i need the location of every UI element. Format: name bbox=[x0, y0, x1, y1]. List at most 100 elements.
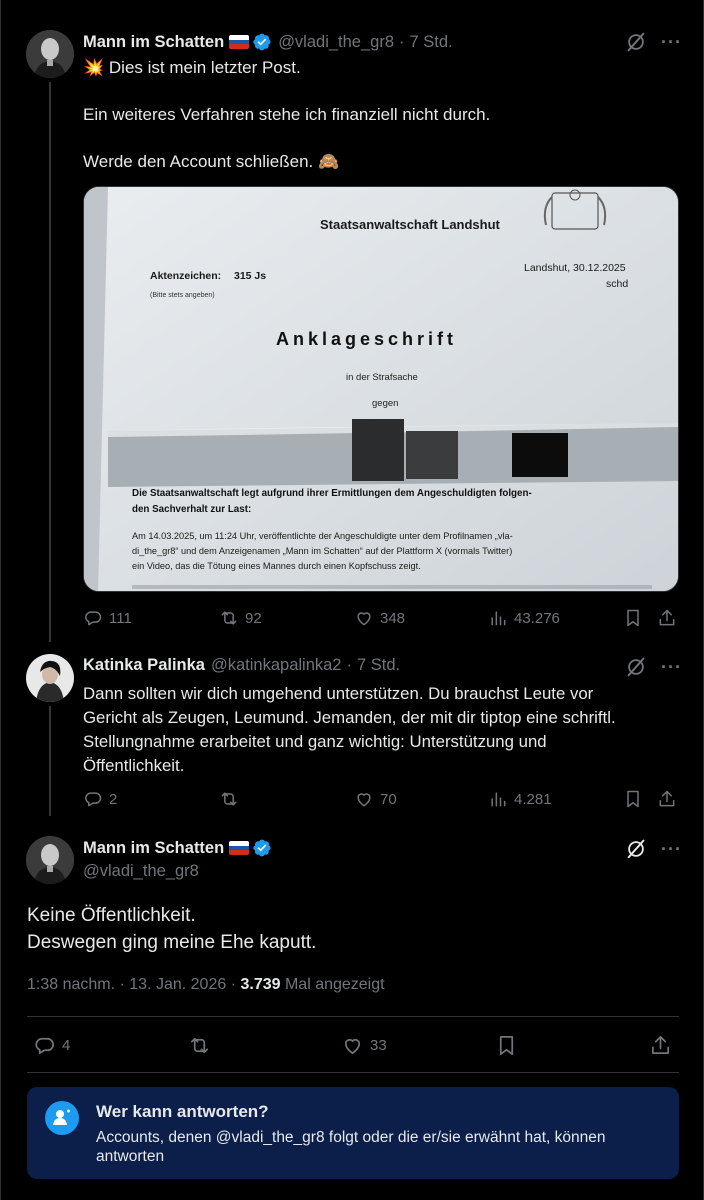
post-corner-actions: ··· bbox=[625, 656, 682, 678]
repost-icon bbox=[221, 611, 237, 625]
views-icon bbox=[491, 611, 506, 626]
share-button[interactable] bbox=[657, 789, 677, 809]
post-header: Mann im Schatten @vladi_the_gr8 · 7 Std. bbox=[83, 32, 453, 52]
views-icon bbox=[491, 792, 506, 807]
view-suffix: Mal angezeigt bbox=[280, 976, 385, 993]
author-handle[interactable]: @katinkapalinka2 bbox=[211, 656, 342, 675]
views-button[interactable]: 43.276 bbox=[488, 608, 560, 628]
russia-flag-icon bbox=[229, 841, 250, 855]
post-text-line: Öffentlichkeit. bbox=[83, 756, 185, 775]
author-name[interactable]: Katinka Palinka bbox=[83, 656, 205, 675]
reply-restriction-title: Wer kann antworten? bbox=[96, 1102, 269, 1121]
post-actions: 2 70 4.281 bbox=[83, 789, 679, 811]
post-text-line: Deswegen ging meine Ehe kaputt. bbox=[27, 932, 317, 953]
share-button[interactable] bbox=[657, 608, 677, 628]
post-text-line: Dies ist mein letzter Post. bbox=[108, 58, 301, 77]
document-paragraph: Am 14.03.2025, um 11:24 Uhr, veröffentli… bbox=[132, 531, 513, 541]
post-text-line: Ein weiteres Verfahren stehe ich finanzi… bbox=[83, 105, 491, 124]
post-text-line: Keine Öffentlichkeit. bbox=[27, 905, 196, 926]
post-timestamp[interactable]: 1:38 nachm. · 13. Jan. 2026 · bbox=[27, 976, 240, 993]
more-icon[interactable]: ··· bbox=[661, 33, 682, 51]
like-icon bbox=[357, 612, 371, 626]
post-text-line: Gericht als Zeugen, Leumund. Jemanden, d… bbox=[83, 708, 616, 727]
reply-button[interactable]: 111 bbox=[83, 608, 132, 628]
avatar[interactable] bbox=[26, 30, 74, 78]
post-actions: 111 92 348 43.276 bbox=[83, 608, 679, 630]
document-paragraph: Die Staatsanwaltschaft legt aufgrund ihr… bbox=[132, 488, 532, 499]
author-name[interactable]: Mann im Schatten bbox=[83, 33, 224, 52]
russia-flag-icon bbox=[229, 35, 250, 49]
like-button[interactable]: 70 bbox=[354, 789, 397, 809]
post-corner-actions: ··· bbox=[625, 838, 682, 860]
like-button[interactable]: 348 bbox=[354, 608, 405, 628]
post-header-handle: @vladi_the_gr8 bbox=[83, 862, 199, 881]
like-icon bbox=[357, 793, 371, 807]
views-button[interactable]: 4.281 bbox=[488, 789, 552, 809]
document-paragraph: di_the_gr8“ und dem Anzeigenamen „Mann i… bbox=[132, 546, 512, 556]
post-actions: 4 33 bbox=[33, 1034, 673, 1058]
like-button[interactable]: 33 bbox=[341, 1034, 387, 1057]
post-image[interactable]: Staatsanwaltschaft Landshut Aktenzeichen… bbox=[83, 186, 679, 592]
repost-count: 92 bbox=[245, 609, 262, 627]
post-time[interactable]: 7 Std. bbox=[410, 33, 453, 52]
document-file-note: (Bitte stets angeben) bbox=[150, 292, 215, 299]
post-body: Keine Öffentlichkeit. Deswegen ging mein… bbox=[27, 902, 677, 956]
post-header: Katinka Palinka @katinkapalinka2 · 7 Std… bbox=[83, 656, 400, 675]
bookmark-button[interactable] bbox=[495, 1034, 518, 1057]
divider bbox=[27, 1016, 679, 1017]
repost-button[interactable] bbox=[188, 1034, 211, 1057]
like-count: 348 bbox=[380, 609, 406, 627]
explosion-emoji: 💥 bbox=[83, 58, 105, 77]
verified-badge-icon bbox=[252, 838, 272, 858]
grok-icon[interactable] bbox=[625, 838, 647, 860]
author-handle[interactable]: @vladi_the_gr8 bbox=[83, 862, 199, 881]
reply-button[interactable]: 2 bbox=[83, 789, 117, 809]
document-office: Staatsanwaltschaft Landshut bbox=[320, 217, 501, 232]
view-count: 3.739 bbox=[240, 976, 281, 993]
reply-icon bbox=[85, 792, 102, 807]
document-paragraph: ein Video, das die Tötung eines Mannes d… bbox=[132, 561, 421, 571]
divider bbox=[27, 1072, 679, 1073]
bookmark-button[interactable] bbox=[623, 608, 643, 628]
reply-button[interactable]: 4 bbox=[33, 1034, 70, 1057]
document-heading: Anklageschrift bbox=[276, 329, 457, 349]
bookmark-icon bbox=[627, 609, 639, 627]
bookmark-button[interactable] bbox=[623, 789, 643, 809]
bookmark-icon bbox=[499, 1036, 514, 1055]
grok-icon[interactable] bbox=[625, 31, 647, 53]
document-in-case: in der Strafsache bbox=[346, 372, 418, 383]
tweet-thread: Mann im Schatten @vladi_the_gr8 · 7 Std.… bbox=[0, 0, 704, 1200]
view-count: 43.276 bbox=[514, 609, 560, 627]
document-initials: schd bbox=[606, 278, 628, 290]
share-icon bbox=[651, 1036, 670, 1055]
post-meta: 1:38 nachm. · 13. Jan. 2026 · 3.739 Mal … bbox=[27, 976, 385, 994]
separator-dot: · bbox=[399, 32, 405, 51]
post-header: Mann im Schatten bbox=[83, 838, 272, 858]
reply-icon bbox=[35, 1037, 54, 1055]
more-icon[interactable]: ··· bbox=[661, 658, 682, 676]
post-time[interactable]: 7 Std. bbox=[357, 656, 400, 675]
repost-icon bbox=[190, 1037, 209, 1054]
like-count: 70 bbox=[380, 790, 397, 808]
repost-button[interactable] bbox=[219, 789, 239, 809]
avatar[interactable] bbox=[26, 836, 74, 884]
document-against: gegen bbox=[372, 398, 398, 409]
repost-button[interactable]: 92 bbox=[219, 608, 262, 628]
author-name[interactable]: Mann im Schatten bbox=[83, 839, 224, 858]
thread-line bbox=[49, 706, 51, 816]
document-file-number: 315 Js bbox=[234, 270, 266, 282]
person-mention-icon bbox=[45, 1101, 79, 1135]
author-handle[interactable]: @vladi_the_gr8 bbox=[278, 33, 394, 52]
like-count: 33 bbox=[370, 1037, 387, 1054]
grok-icon[interactable] bbox=[625, 656, 647, 678]
document-paragraph: den Sachverhalt zur Last: bbox=[132, 504, 251, 515]
post-text-line: Stellungnahme erarbeitet und ganz wichti… bbox=[83, 732, 547, 751]
share-button[interactable] bbox=[649, 1034, 672, 1057]
avatar[interactable] bbox=[26, 654, 74, 702]
document-place-date: Landshut, 30.12.2025 bbox=[524, 262, 626, 274]
reply-restriction-description: Accounts, denen @vladi_the_gr8 folgt ode… bbox=[96, 1129, 606, 1165]
more-icon[interactable]: ··· bbox=[661, 840, 682, 858]
reply-icon bbox=[85, 611, 102, 626]
post-text-line: Werde den Account schließen. 🙈 bbox=[83, 152, 340, 171]
document-file-label: Aktenzeichen: bbox=[150, 270, 221, 282]
